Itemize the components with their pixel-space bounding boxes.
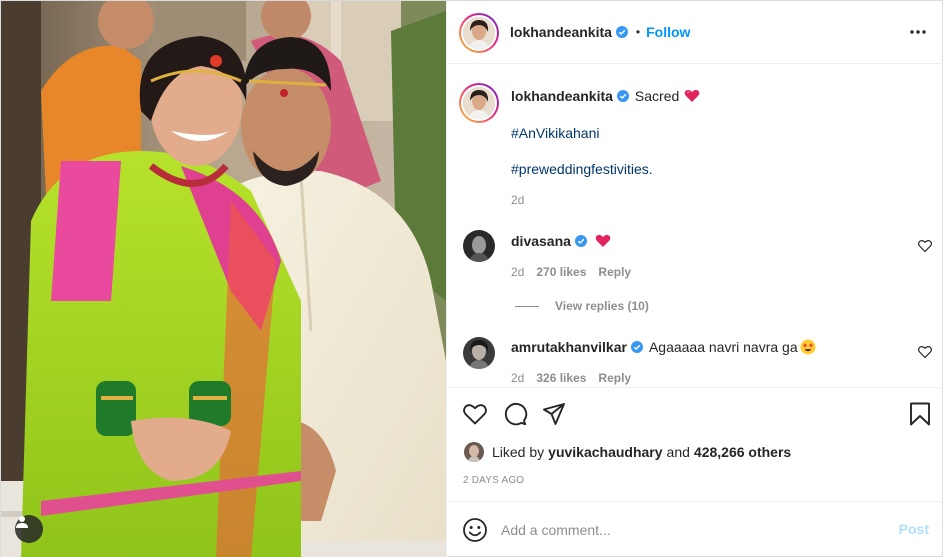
verified-badge-icon [616, 90, 629, 102]
caption-text: Sacred [634, 88, 680, 104]
verified-badge-icon [574, 235, 587, 247]
separator-dot: • [635, 25, 641, 39]
commenter-avatar[interactable] [463, 230, 495, 262]
comment-likes[interactable]: 326 likes [536, 371, 586, 385]
user-tag-icon [16, 516, 28, 528]
caption-avatar-image [463, 87, 495, 119]
post-header: lokhandeankita • Follow [447, 1, 943, 64]
hashtag-preweddingfestivities[interactable]: #preweddingfestivities. [511, 161, 653, 177]
view-replies-button[interactable]: View replies (10) [515, 299, 649, 313]
save-icon[interactable] [907, 401, 933, 427]
commenter-avatar-image [463, 337, 495, 369]
red-heart-emoji-icon [595, 234, 611, 247]
comment-meta: 2d 326 likes Reply [511, 371, 631, 385]
add-comment-bar: Post [447, 501, 943, 557]
likes-count[interactable]: 428,266 others [694, 444, 791, 460]
commenter-avatar-image [463, 230, 495, 262]
caption-author-avatar[interactable] [459, 83, 499, 123]
liked-by-joiner: and [666, 444, 690, 460]
add-comment-input[interactable] [501, 519, 881, 541]
reply-button[interactable]: Reply [598, 371, 631, 385]
commenter-avatar[interactable] [463, 337, 495, 369]
commenter-username[interactable]: amrutakhanvilkar [511, 339, 627, 355]
reply-button[interactable]: Reply [598, 265, 631, 279]
caption-timestamp[interactable]: 2d [511, 193, 524, 207]
follow-button[interactable]: Follow [646, 24, 690, 40]
liked-by-prefix: Liked by [492, 444, 545, 460]
post-details-panel: lokhandeankita • Follow lokhandeankita S… [446, 1, 943, 557]
action-bar [447, 387, 943, 439]
post-comment-button[interactable]: Post [899, 521, 929, 537]
comment-meta: 2d 270 likes Reply [511, 265, 631, 279]
hashtag-anvikikahani[interactable]: #AnVikikahani [511, 125, 599, 141]
user-tag-button[interactable] [15, 515, 43, 543]
comment-timestamp[interactable]: 2d [511, 265, 524, 279]
liker-avatar-image [464, 442, 484, 462]
author-avatar[interactable] [459, 13, 499, 53]
more-options-icon[interactable] [909, 25, 927, 39]
comment-likes[interactable]: 270 likes [536, 265, 586, 279]
verified-badge-icon [630, 341, 643, 353]
wedding-couple-photo [1, 1, 446, 557]
comment-icon[interactable] [502, 401, 528, 427]
view-replies-label: View replies (10) [555, 299, 649, 313]
liker-avatar[interactable] [464, 442, 484, 462]
comments-list[interactable]: lokhandeankita Sacred #AnVikikahani #pre… [447, 65, 943, 387]
post-dialog: lokhandeankita • Follow lokhandeankita S… [0, 0, 943, 557]
caption-author-username[interactable]: lokhandeankita [511, 88, 613, 104]
share-icon[interactable] [541, 401, 567, 427]
commenter-username[interactable]: divasana [511, 233, 571, 249]
post-date[interactable]: 2 DAYS AGO [463, 475, 524, 486]
comment-text: Agaaaaa navri navra ga [648, 339, 798, 355]
star-struck-emoji-icon [800, 339, 816, 355]
red-heart-emoji-icon [684, 89, 700, 102]
replies-divider-line [515, 305, 539, 307]
like-comment-heart-icon[interactable] [918, 239, 932, 253]
liked-by: Liked by yuvikachaudhary and 428,266 oth… [464, 442, 795, 462]
author-avatar-image [463, 17, 495, 49]
comment-timestamp[interactable]: 2d [511, 371, 524, 385]
like-heart-icon[interactable] [462, 401, 488, 427]
verified-badge-icon [615, 26, 628, 38]
author-username[interactable]: lokhandeankita [510, 24, 612, 40]
emoji-icon[interactable] [462, 517, 488, 543]
post-photo[interactable] [1, 1, 446, 557]
like-comment-heart-icon[interactable] [918, 345, 932, 359]
liker-username[interactable]: yuvikachaudhary [548, 444, 662, 460]
